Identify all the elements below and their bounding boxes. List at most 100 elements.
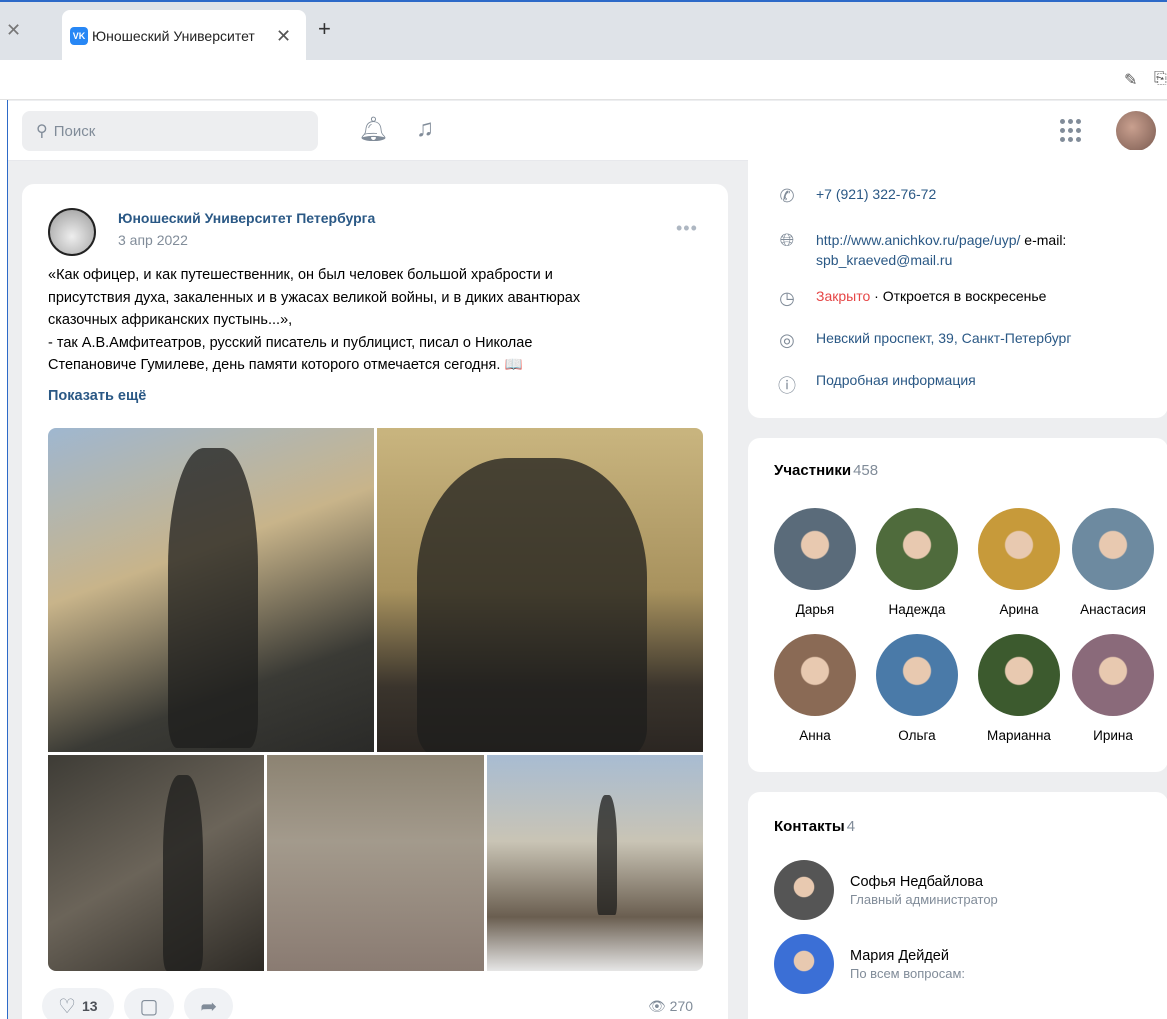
address-link[interactable]: Невский проспект, 39, Санкт-Петербург xyxy=(816,330,1071,351)
contact-avatar xyxy=(774,934,834,994)
phone-icon: ✆ xyxy=(779,186,795,206)
member-avatar xyxy=(876,508,958,590)
member-name: Арина xyxy=(999,602,1039,617)
phone-row: ✆ +7 (921) 322-76-72 xyxy=(776,186,936,207)
contact-item[interactable]: Мария Дейдей По всем вопросам: xyxy=(774,934,965,994)
comment-icon: ▢ xyxy=(139,995,159,1018)
views-counter: 👁︎ 270 xyxy=(648,998,694,1014)
members-card: Участники 458 Дарья Надежда Арина Анастасия А… xyxy=(748,438,1167,772)
members-title[interactable]: Участники 458 xyxy=(774,462,878,479)
window-edge xyxy=(0,100,8,1019)
post-photo-4[interactable] xyxy=(267,755,484,971)
contact-role: По всем вопросам: xyxy=(850,965,965,981)
member-item[interactable]: Ирина xyxy=(1068,634,1158,743)
contacts-card: Контакты 4 Софья Недбайлова Главный админи… xyxy=(748,792,1167,1019)
heart-icon: ♡ xyxy=(58,995,76,1018)
website-row: 🌐︎ http://www.anichkov.ru/page/uyp/ e-ma… xyxy=(776,230,1136,270)
edit-icon[interactable]: ✎ xyxy=(1124,70,1137,90)
browser-tab-active[interactable]: VK Юношеский Университет ✕ xyxy=(62,10,306,62)
member-avatar xyxy=(1072,634,1154,716)
post-photo-2[interactable] xyxy=(377,428,703,752)
apps-grid-icon[interactable] xyxy=(1060,119,1084,143)
more-info-row: ⓘ Подробная информация xyxy=(776,372,976,398)
member-name: Ирина xyxy=(1093,728,1133,743)
share-button[interactable]: ➦ xyxy=(184,988,234,1019)
post-text-line: - так А.В.Амфитеатров, русский писатель … xyxy=(48,334,533,351)
member-name: Дарья xyxy=(795,602,835,617)
member-item[interactable]: Анастасия xyxy=(1068,508,1158,617)
globe-icon: 🌐︎ xyxy=(779,230,795,250)
eye-icon: 👁︎ xyxy=(648,998,666,1014)
member-item[interactable]: Арина xyxy=(974,508,1064,617)
phone-link[interactable]: +7 (921) 322-76-72 xyxy=(816,186,936,207)
previous-tab-close-icon[interactable]: ✕ xyxy=(6,20,21,41)
post-text-line: сказочных африканских пустынь...», xyxy=(48,312,293,328)
close-tab-icon[interactable]: ✕ xyxy=(276,26,291,47)
member-avatar xyxy=(1072,508,1154,590)
search-placeholder: Поиск xyxy=(53,122,96,140)
clock-icon: ◷ xyxy=(779,288,795,308)
comment-button[interactable]: ▢ xyxy=(123,988,175,1019)
member-name: Ольга xyxy=(898,728,936,743)
post-author[interactable]: Юношеский Университет Петербурга xyxy=(118,210,375,226)
show-more-link[interactable]: Показать ещё xyxy=(48,388,146,404)
contact-name: Мария Дейдей xyxy=(850,947,949,964)
status-closed: Закрыто xyxy=(816,288,871,304)
location-pin-icon: ◎ xyxy=(779,330,795,350)
post-text-line: «Как офицер, и как путешественник, он бы… xyxy=(48,267,553,283)
search-icon: ⚲ xyxy=(36,123,48,140)
member-item[interactable]: Дарья xyxy=(770,508,860,617)
post-text-line: присутствия духа, закаленных и в ужасах … xyxy=(48,289,581,306)
member-avatar xyxy=(978,508,1060,590)
notifications-bell-icon[interactable]: 🔔︎ xyxy=(358,115,388,144)
member-name: Анастасия xyxy=(1080,602,1146,617)
address-bar: ✎ ⎘ xyxy=(0,60,1167,100)
tab-title: Юношеский Университет xyxy=(92,28,255,44)
member-avatar xyxy=(774,508,856,590)
info-icon: ⓘ xyxy=(778,376,796,396)
member-item[interactable]: Марианна xyxy=(974,634,1064,743)
member-name: Анна xyxy=(799,728,831,743)
post-actions: ♡ 13 ▢ ➦ xyxy=(42,988,234,1019)
post-text: «Как офицер, и как путешественник, он бы… xyxy=(48,264,708,377)
like-count: 13 xyxy=(81,998,98,1014)
user-avatar[interactable] xyxy=(1116,111,1156,151)
member-item[interactable]: Анна xyxy=(770,634,860,743)
like-button[interactable]: ♡ 13 xyxy=(42,988,114,1019)
wall-post: Юношеский Университет Петербурга 3 апр 2… xyxy=(22,184,728,1019)
contacts-count: 4 xyxy=(846,818,856,835)
contacts-title[interactable]: Контакты 4 xyxy=(774,818,855,835)
contact-name: Софья Недбайлова xyxy=(850,873,984,890)
member-item[interactable]: Надежда xyxy=(872,508,962,617)
email-link[interactable]: spb_kraeved@mail.ru xyxy=(816,252,952,268)
community-info-card: ✆ +7 (921) 322-76-72 🌐︎ http://www.anich… xyxy=(748,150,1167,418)
browser-tabbar: ✕ VK Юношеский Университет ✕ + xyxy=(0,0,1167,62)
post-photo-1[interactable] xyxy=(48,428,374,752)
members-count: 458 xyxy=(853,462,879,479)
email-label: e-mail: xyxy=(1020,232,1067,248)
community-avatar[interactable] xyxy=(48,208,96,256)
post-photo-5[interactable] xyxy=(487,755,703,971)
hours-row: ◷ Закрыто · Откроется в воскресенье xyxy=(776,288,1046,309)
share-icon[interactable]: ⎘ xyxy=(1154,70,1167,88)
member-avatar xyxy=(978,634,1060,716)
more-info-link[interactable]: Подробная информация xyxy=(816,372,976,398)
status-opens: · Откроется в воскресенье xyxy=(870,288,1047,304)
member-item[interactable]: Ольга xyxy=(872,634,962,743)
post-date[interactable]: 3 апр 2022 xyxy=(118,232,188,248)
new-tab-icon[interactable]: + xyxy=(318,16,331,42)
address-row: ◎ Невский проспект, 39, Санкт-Петербург xyxy=(776,330,1071,351)
contact-item[interactable]: Софья Недбайлова Главный администратор xyxy=(774,860,998,920)
share-arrow-icon: ➦ xyxy=(200,995,218,1018)
member-avatar xyxy=(774,634,856,716)
post-photo-3[interactable] xyxy=(48,755,264,971)
contact-avatar xyxy=(774,860,834,920)
post-text-line: Степановиче Гумилеве, день памяти которо… xyxy=(48,357,523,373)
website-link[interactable]: http://www.anichkov.ru/page/uyp/ xyxy=(816,232,1020,248)
search-input[interactable]: ⚲ Поиск xyxy=(22,111,318,151)
more-options-icon[interactable]: ••• xyxy=(676,218,698,239)
member-name: Надежда xyxy=(888,602,946,617)
music-icon[interactable]: ♫ xyxy=(416,115,434,143)
member-avatar xyxy=(876,634,958,716)
vk-logo-icon: VK xyxy=(70,27,88,45)
